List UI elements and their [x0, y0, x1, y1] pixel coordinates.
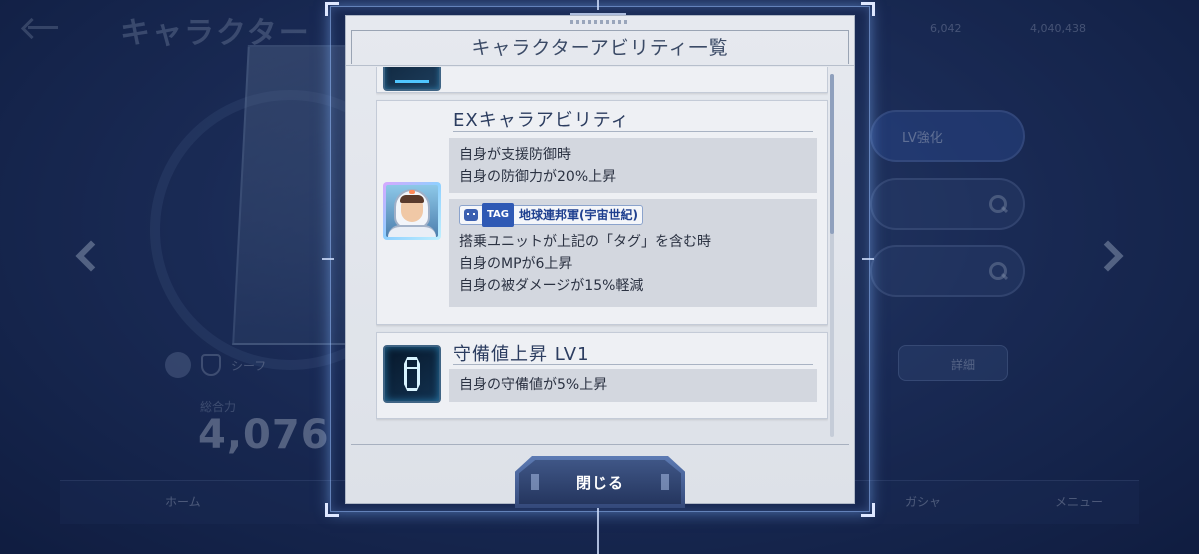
- frame-tick: [597, 0, 599, 10]
- scrollbar[interactable]: [830, 74, 834, 437]
- frame-tick: [597, 505, 599, 554]
- frame-tick: [322, 258, 334, 260]
- defense-coffin-icon: [383, 345, 441, 403]
- ability-title: 守備値上昇 LV1: [453, 344, 590, 365]
- ability-entry-ex: EXキャラアビリティ 自身が支援防御時 自身の防御力が20%上昇 TAG 地球連…: [376, 100, 828, 325]
- tag-chip: TAG 地球連邦軍(宇宙世紀): [459, 203, 643, 227]
- tag-label: TAG: [482, 203, 514, 227]
- description-line: 自身が支援防御時: [459, 147, 571, 163]
- character-portrait-icon: [383, 182, 441, 240]
- ability-icon: [383, 67, 441, 91]
- frame-corner: [861, 2, 875, 16]
- title-divider: [453, 131, 813, 132]
- footer-divider: [351, 444, 849, 445]
- description-line: 自身の防御力が20%上昇: [459, 169, 617, 185]
- title-divider: [453, 364, 813, 365]
- ability-list-dialog: キャラクターアビリティ一覧 EXキャラアビリティ 自身が支援防御時 自身の防御力…: [345, 15, 855, 508]
- tag-effect-description: TAG 地球連邦軍(宇宙世紀) 搭乗ユニットが上記の「タグ」を含む時 自身のMP…: [449, 199, 817, 307]
- ability-list[interactable]: EXキャラアビリティ 自身が支援防御時 自身の防御力が20%上昇 TAG 地球連…: [376, 67, 828, 437]
- description-line: 自身のMPが6上昇: [459, 256, 573, 272]
- description-line: 搭乗ユニットが上記の「タグ」を含む時: [459, 234, 711, 250]
- robot-icon: [464, 209, 478, 221]
- ability-description: 自身の守備値が5%上昇: [449, 369, 817, 402]
- frame-corner: [325, 503, 339, 517]
- ability-description: 自身が支援防御時 自身の防御力が20%上昇: [449, 138, 817, 193]
- close-button[interactable]: 閉じる: [515, 456, 685, 508]
- dialog-title: キャラクターアビリティ一覧: [471, 37, 729, 59]
- ability-title: EXキャラアビリティ: [453, 110, 630, 131]
- description-line: 自身の守備値が5%上昇: [459, 377, 608, 393]
- description-line: 自身の被ダメージが15%軽減: [459, 278, 644, 294]
- frame-corner: [325, 2, 339, 16]
- frame-tick: [862, 258, 874, 260]
- dialog-header: キャラクターアビリティ一覧: [346, 16, 854, 66]
- ability-entry-previous: [376, 67, 828, 93]
- tag-name: 地球連邦軍(宇宙世紀): [519, 208, 638, 222]
- scrollbar-thumb[interactable]: [830, 74, 834, 234]
- ability-entry-defense: 守備値上昇 LV1 自身の守備値が5%上昇: [376, 332, 828, 419]
- frame-corner: [861, 503, 875, 517]
- close-label: 閉じる: [575, 475, 624, 492]
- header-decoration: [570, 20, 630, 24]
